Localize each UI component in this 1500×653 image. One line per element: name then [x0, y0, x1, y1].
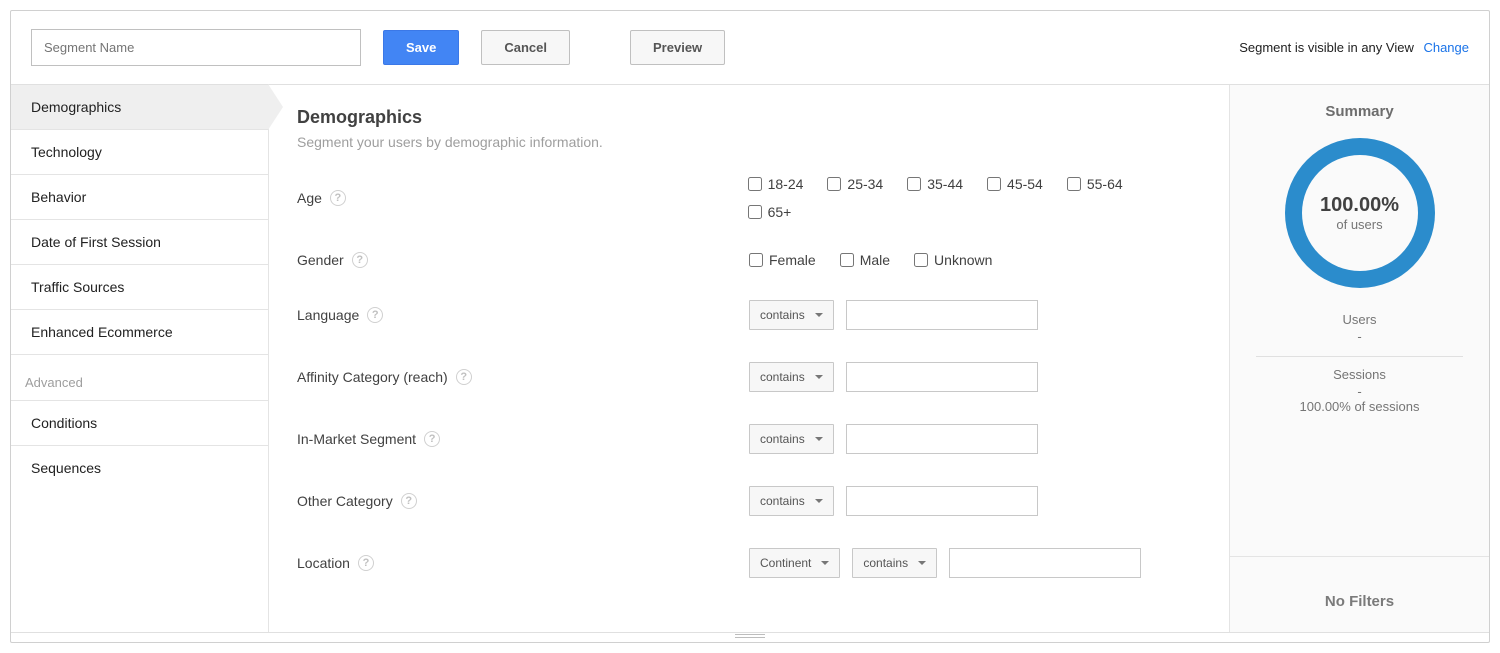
gender-unknown-checkbox[interactable] [914, 253, 928, 267]
age-label: Age [297, 190, 322, 206]
sidebar-item-technology[interactable]: Technology [11, 130, 268, 175]
affinity-label: Affinity Category (reach) [297, 369, 448, 385]
visibility-label: Segment is visible in any View [1239, 40, 1414, 55]
other-operator-select[interactable]: contains [749, 486, 834, 516]
summary-panel: Summary 100.00% of users Users - Session… [1229, 85, 1489, 632]
row-language: Language ? contains [297, 300, 1201, 330]
gender-unknown[interactable]: Unknown [914, 252, 992, 268]
affinity-input[interactable] [846, 362, 1038, 392]
sidebar: Demographics Technology Behavior Date of… [11, 85, 269, 632]
chevron-down-icon [821, 561, 829, 565]
age-35-44[interactable]: 35-44 [907, 176, 963, 192]
inmarket-operator-select[interactable]: contains [749, 424, 834, 454]
sidebar-item-enhanced-ecommerce[interactable]: Enhanced Ecommerce [11, 310, 268, 355]
affinity-operator-select[interactable]: contains [749, 362, 834, 392]
age-65-plus[interactable]: 65+ [748, 204, 792, 220]
age-45-54-checkbox[interactable] [987, 177, 1001, 191]
gender-label: Gender [297, 252, 344, 268]
sidebar-item-conditions[interactable]: Conditions [11, 401, 268, 446]
other-category-label: Other Category [297, 493, 393, 509]
gender-female-checkbox[interactable] [749, 253, 763, 267]
main-panel: Demographics Segment your users by demog… [269, 85, 1229, 632]
summary-percent-label: of users [1336, 217, 1382, 232]
gender-female[interactable]: Female [749, 252, 816, 268]
summary-donut-inner: 100.00% of users [1302, 155, 1418, 271]
location-label: Location [297, 555, 350, 571]
summary-sessions: Sessions - 100.00% of sessions [1230, 357, 1489, 426]
sidebar-item-date-first-session[interactable]: Date of First Session [11, 220, 268, 265]
age-65-plus-checkbox[interactable] [748, 205, 762, 219]
help-icon[interactable]: ? [358, 555, 374, 571]
segment-builder: Save Cancel Preview Segment is visible i… [10, 10, 1490, 643]
visibility-text: Segment is visible in any View Change [1239, 40, 1469, 55]
summary-sessions-label: Sessions [1244, 367, 1475, 382]
other-category-input[interactable] [846, 486, 1038, 516]
resize-handle[interactable] [11, 632, 1489, 642]
location-input[interactable] [949, 548, 1141, 578]
save-button[interactable]: Save [383, 30, 459, 65]
chevron-down-icon [815, 313, 823, 317]
location-operator-select[interactable]: contains [852, 548, 937, 578]
panel-title: Demographics [297, 107, 1201, 128]
demographics-form: Age ? 18-24 25-34 35-44 45-54 55-64 65+ … [297, 176, 1201, 578]
sidebar-item-traffic-sources[interactable]: Traffic Sources [11, 265, 268, 310]
summary-sessions-pct: 100.00% of sessions [1244, 399, 1475, 414]
row-affinity: Affinity Category (reach) ? contains [297, 362, 1201, 392]
summary-users-label: Users [1244, 312, 1475, 327]
language-operator-select[interactable]: contains [749, 300, 834, 330]
sidebar-advanced-heading: Advanced [11, 355, 268, 401]
row-inmarket: In-Market Segment ? contains [297, 424, 1201, 454]
inmarket-input[interactable] [846, 424, 1038, 454]
sidebar-item-demographics[interactable]: Demographics [11, 85, 268, 130]
preview-button[interactable]: Preview [630, 30, 725, 65]
chevron-down-icon [815, 437, 823, 441]
chevron-down-icon [815, 375, 823, 379]
gender-male-checkbox[interactable] [840, 253, 854, 267]
top-bar: Save Cancel Preview Segment is visible i… [11, 11, 1489, 85]
summary-title: Summary [1230, 85, 1489, 138]
age-25-34[interactable]: 25-34 [827, 176, 883, 192]
age-18-24-checkbox[interactable] [748, 177, 762, 191]
sidebar-item-sequences[interactable]: Sequences [11, 446, 268, 490]
age-25-34-checkbox[interactable] [827, 177, 841, 191]
help-icon[interactable]: ? [424, 431, 440, 447]
age-55-64-checkbox[interactable] [1067, 177, 1081, 191]
summary-users-value: - [1244, 329, 1475, 344]
help-icon[interactable]: ? [456, 369, 472, 385]
cancel-button[interactable]: Cancel [481, 30, 570, 65]
row-location: Location ? Continent contains [297, 548, 1201, 578]
row-other-category: Other Category ? contains [297, 486, 1201, 516]
location-dimension-select[interactable]: Continent [749, 548, 840, 578]
change-visibility-link[interactable]: Change [1423, 40, 1469, 55]
summary-users: Users - [1230, 302, 1489, 356]
sidebar-item-behavior[interactable]: Behavior [11, 175, 268, 220]
summary-donut: 100.00% of users [1285, 138, 1435, 288]
chevron-down-icon [918, 561, 926, 565]
grip-icon [735, 634, 765, 640]
summary-sessions-value: - [1244, 384, 1475, 399]
row-age: Age ? 18-24 25-34 35-44 45-54 55-64 65+ [297, 176, 1201, 220]
help-icon[interactable]: ? [330, 190, 346, 206]
panel-subtitle: Segment your users by demographic inform… [297, 134, 1201, 150]
help-icon[interactable]: ? [367, 307, 383, 323]
segment-name-input[interactable] [31, 29, 361, 66]
row-gender: Gender ? Female Male Unknown [297, 252, 1201, 268]
age-45-54[interactable]: 45-54 [987, 176, 1043, 192]
help-icon[interactable]: ? [352, 252, 368, 268]
chevron-down-icon [815, 499, 823, 503]
summary-percent: 100.00% [1320, 194, 1399, 217]
body: Demographics Technology Behavior Date of… [11, 85, 1489, 632]
age-55-64[interactable]: 55-64 [1067, 176, 1123, 192]
age-18-24[interactable]: 18-24 [748, 176, 804, 192]
help-icon[interactable]: ? [401, 493, 417, 509]
gender-male[interactable]: Male [840, 252, 890, 268]
age-35-44-checkbox[interactable] [907, 177, 921, 191]
language-label: Language [297, 307, 359, 323]
language-input[interactable] [846, 300, 1038, 330]
inmarket-label: In-Market Segment [297, 431, 416, 447]
